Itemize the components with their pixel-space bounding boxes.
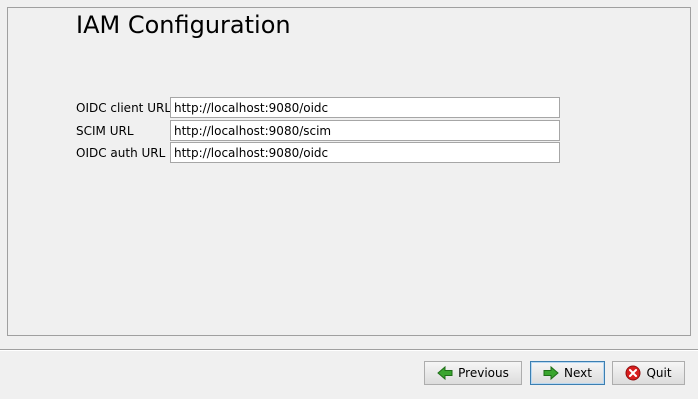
content-panel: IAM Configuration OIDC client URL SCIM U… [7,7,691,336]
quit-button[interactable]: Quit [612,361,685,385]
quit-button-label: Quit [646,366,672,380]
close-circle-icon [625,365,641,381]
next-button-label: Next [564,366,592,380]
oidc-auth-url-field[interactable] [170,142,560,163]
footer-separator [0,349,698,351]
scim-url-field[interactable] [170,120,560,141]
previous-button[interactable]: Previous [424,361,522,385]
form-row-scim-url: SCIM URL [76,120,576,141]
previous-button-label: Previous [458,366,509,380]
arrow-right-icon [543,365,559,381]
oidc-client-url-field[interactable] [170,97,560,118]
arrow-left-icon [437,365,453,381]
next-button[interactable]: Next [530,361,605,385]
oidc-auth-url-label: OIDC auth URL [76,146,166,160]
form-row-oidc-auth-url: OIDC auth URL [76,142,576,163]
form-row-oidc-client-url: OIDC client URL [76,97,576,118]
page-title: IAM Configuration [76,11,291,39]
scim-url-label: SCIM URL [76,124,134,138]
oidc-client-url-label: OIDC client URL [76,101,171,115]
